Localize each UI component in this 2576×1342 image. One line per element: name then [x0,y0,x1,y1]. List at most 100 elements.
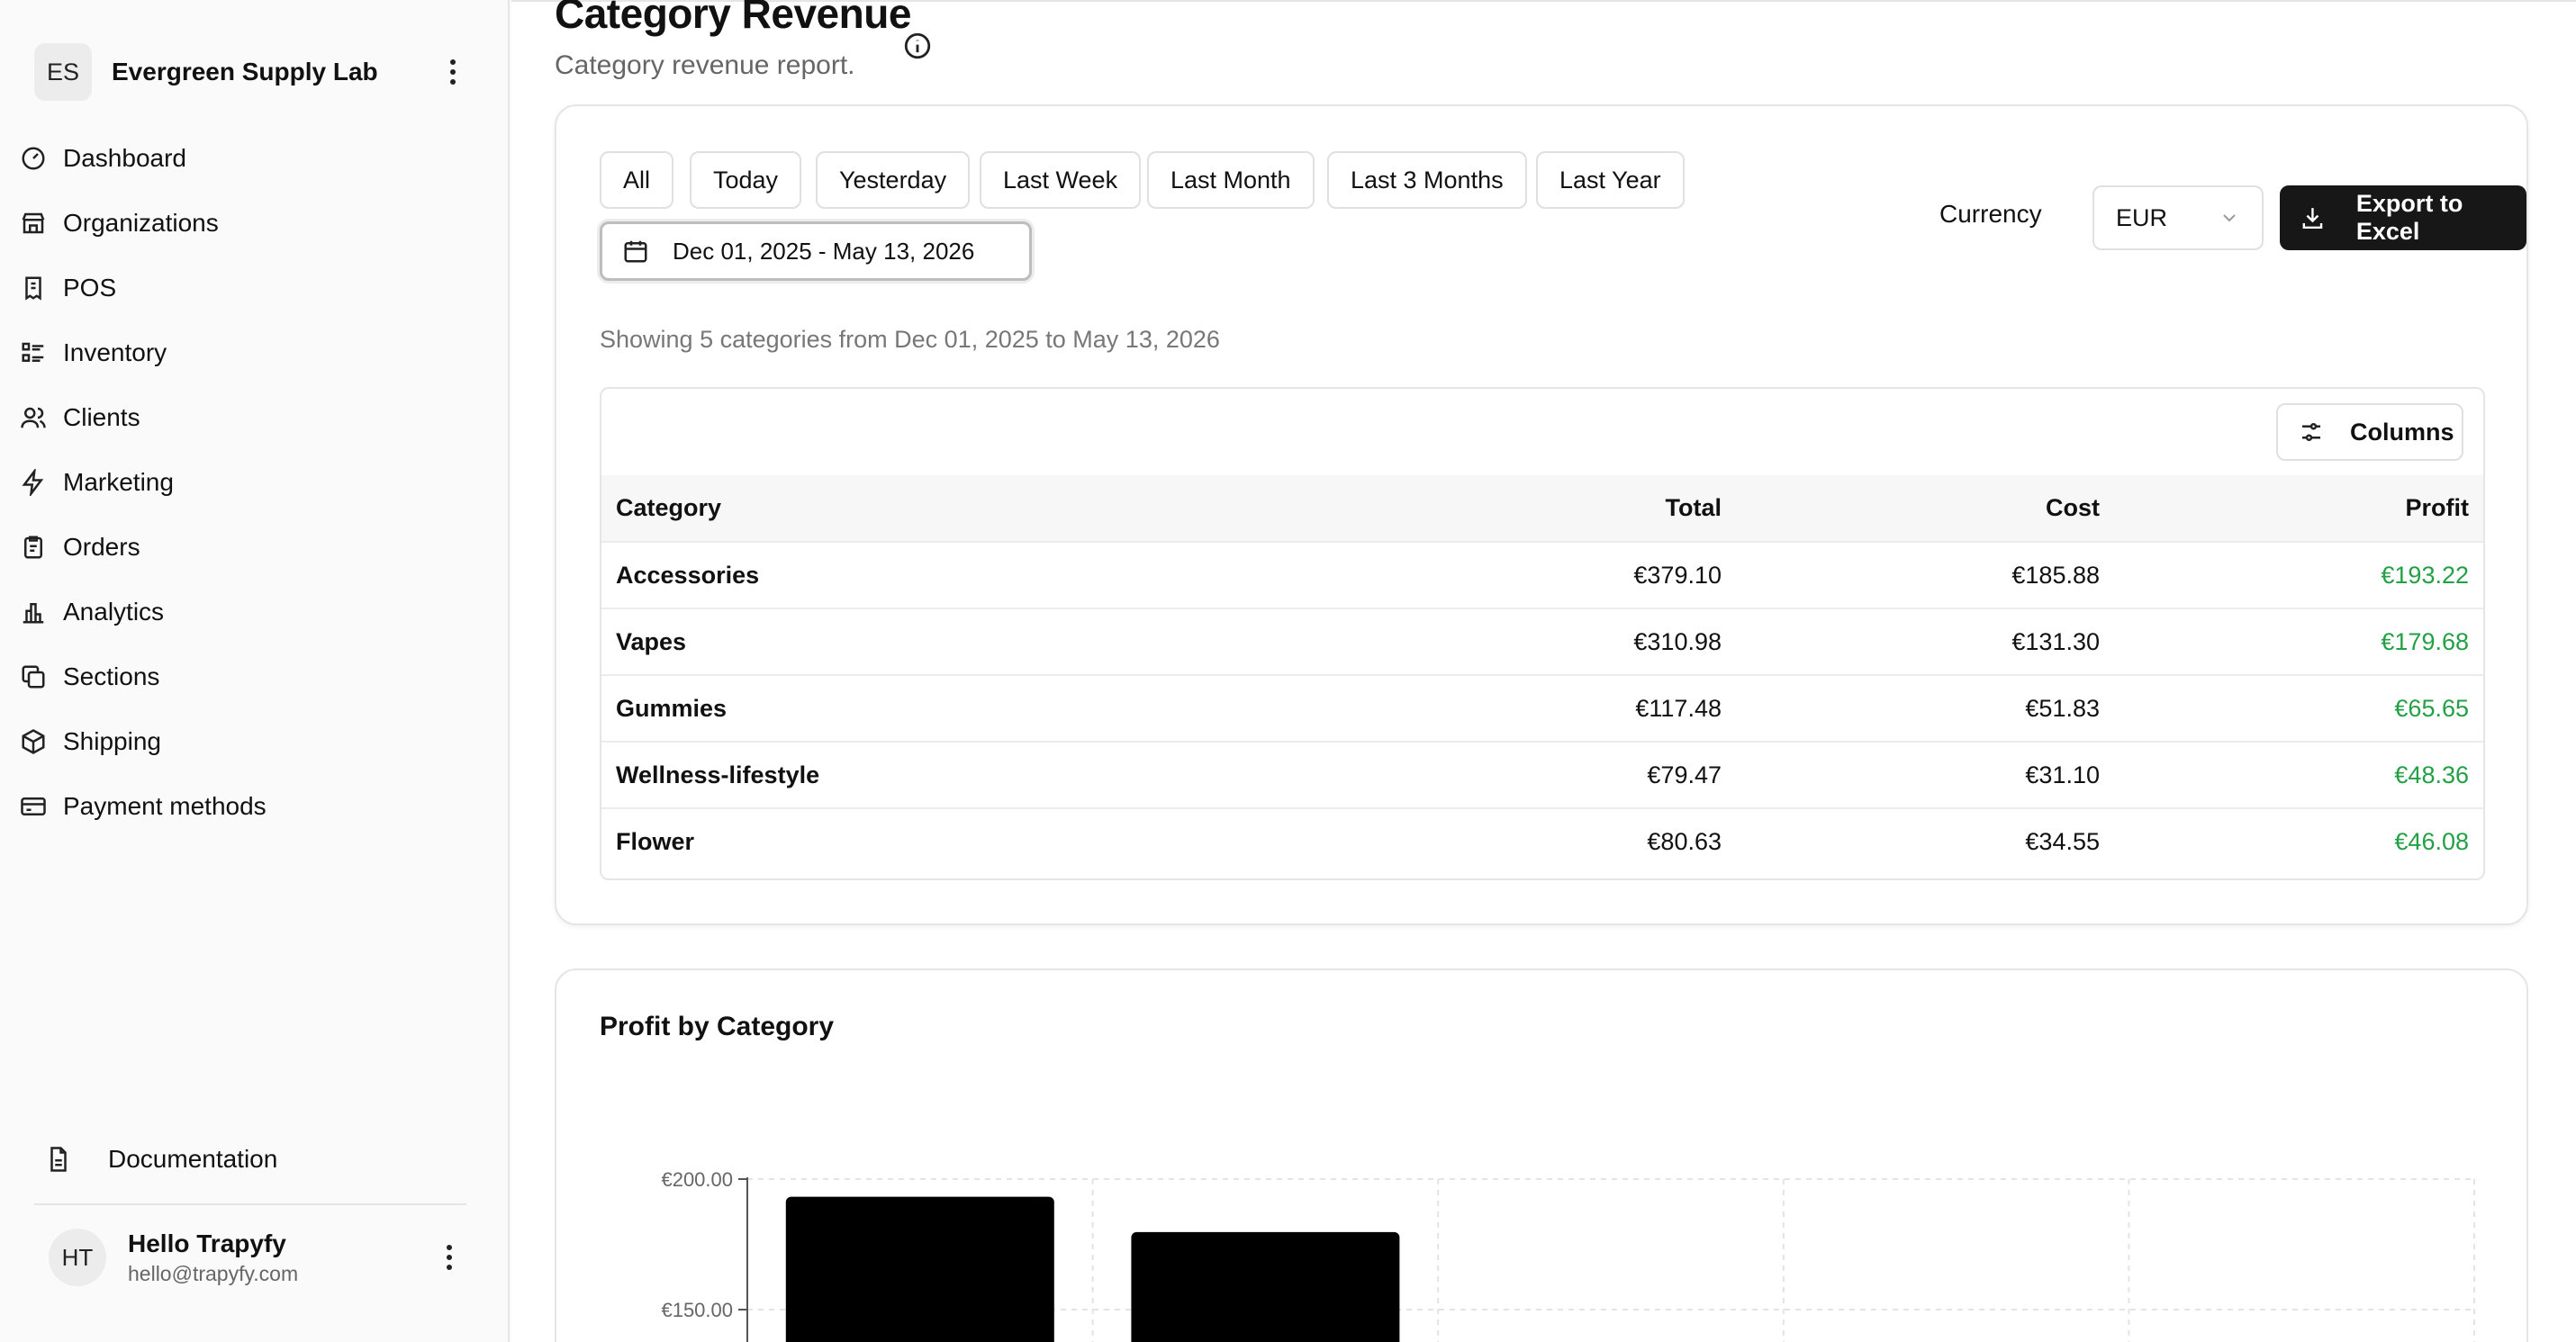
info-icon[interactable] [902,31,933,61]
header-category[interactable]: Category [601,475,1376,543]
cell-total: €379.10 [1376,542,1736,609]
report-card: All Today Yesterday Last Week Last Month… [555,104,2528,925]
y-tick-label: €200.00 [661,1168,733,1191]
cell-profit: €65.65 [2114,675,2483,743]
page-subtitle: Category revenue report. [555,50,855,80]
bar-accessories [785,1196,1054,1342]
cell-cost: €185.88 [1736,542,2114,609]
range-all-button[interactable]: All [600,151,674,209]
cell-total: €310.98 [1376,608,1736,676]
sidebar-item-label: Clients [63,403,140,431]
table-row[interactable]: Vapes €310.98 €131.30 €179.68 [601,608,2483,676]
cell-cost: €51.83 [1736,675,2114,743]
sidebar-item-label: Inventory [63,338,167,366]
receipt-icon [25,276,41,301]
table-row[interactable]: Accessories €379.10 €185.88 €193.22 [601,542,2483,609]
cell-category: Wellness-lifestyle [601,742,1376,809]
header-cost[interactable]: Cost [1736,475,2114,543]
main-content: Category Revenue Category revenue report… [511,0,2576,1342]
cell-category: Accessories [601,542,1376,609]
org-switcher[interactable]: ES Evergreen Supply Lab [34,41,466,104]
sidebar-item-label: Orders [63,533,140,561]
page-title: Category Revenue [555,0,911,37]
user-menu-icon[interactable] [436,1245,463,1270]
table-row[interactable]: Gummies €117.48 €51.83 €65.65 [601,675,2483,743]
data-table: Category Total Cost Profit Accessories €… [601,475,2483,875]
sidebar-item-payment-methods[interactable]: Payment methods [20,774,470,839]
export-label: Export to Excel [2355,190,2463,245]
user-name: Hello Trapyfy [128,1229,286,1257]
cell-total: €117.48 [1376,675,1736,743]
range-last-3-months-button[interactable]: Last 3 Months [1327,151,1527,209]
gauge-icon [22,147,45,170]
sidebar-item-shipping[interactable]: Shipping [20,709,470,774]
cell-category: Gummies [601,675,1376,743]
columns-label: Columns [2350,418,2454,446]
org-menu-icon[interactable] [439,59,466,85]
table-row[interactable]: Flower €80.63 €34.55 €46.08 [601,808,2483,875]
sliders-icon [2302,423,2320,441]
range-yesterday-button[interactable]: Yesterday [816,151,971,209]
sidebar: ES Evergreen Supply Lab Dashboard Organi… [0,0,510,1342]
file-text-icon [50,1147,67,1172]
export-excel-button[interactable]: Export to Excel [2280,185,2526,250]
user-info: Hello Trapyfy hello@trapyfy.com [128,1229,436,1286]
sidebar-item-pos[interactable]: POS [20,256,470,320]
sidebar-item-label: POS [63,274,117,302]
bar-vapes [1131,1231,1400,1342]
user-menu[interactable]: HT Hello Trapyfy hello@trapyfy.com [49,1229,463,1286]
calendar-icon [624,240,647,263]
user-avatar: HT [49,1229,106,1286]
sidebar-item-marketing[interactable]: Marketing [20,450,470,515]
sidebar-item-orders[interactable]: Orders [20,515,470,580]
cell-profit: €179.68 [2114,608,2483,676]
sidebar-item-label: Analytics [63,598,165,626]
sidebar-item-label: Shipping [63,727,161,755]
sidebar-item-label: Payment methods [63,792,267,820]
range-today-button[interactable]: Today [690,151,802,209]
range-last-month-button[interactable]: Last Month [1147,151,1315,209]
cell-cost: €31.10 [1736,742,2114,809]
sidebar-item-label: Sections [63,662,160,690]
download-icon [2302,208,2323,230]
date-range-value: Dec 01, 2025 - May 13, 2026 [673,237,975,265]
main-nav: Dashboard Organizations POS Inventory Cl… [20,126,470,839]
currency-value: EUR [2116,203,2168,231]
sidebar-item-organizations[interactable]: Organizations [20,191,470,256]
table-header-row: Category Total Cost Profit [601,475,2483,543]
bar-chart-icon [23,603,44,624]
cell-total: €79.47 [1376,742,1736,809]
clipboard-icon [24,536,42,559]
results-summary: Showing 5 categories from Dec 01, 2025 t… [600,326,1220,353]
user-email: hello@trapyfy.com [128,1261,299,1285]
credit-card-icon [21,797,46,815]
sidebar-item-inventory[interactable]: Inventory [20,320,470,385]
table-row[interactable]: Wellness-lifestyle €79.47 €31.10 €48.36 [601,742,2483,809]
currency-select[interactable]: EUR [2092,185,2264,250]
chevron-down-icon [2223,214,2236,222]
header-profit[interactable]: Profit [2114,475,2483,543]
date-range-picker[interactable]: Dec 01, 2025 - May 13, 2026 [600,221,1032,281]
org-avatar: ES [34,43,92,101]
users-icon [21,407,46,428]
sidebar-item-analytics[interactable]: Analytics [20,580,470,644]
currency-label: Currency [1939,200,2042,228]
cell-profit: €48.36 [2114,742,2483,809]
sidebar-item-dashboard[interactable]: Dashboard [20,126,470,191]
sidebar-item-clients[interactable]: Clients [20,385,470,450]
cell-cost: €131.30 [1736,608,2114,676]
range-last-week-button[interactable]: Last Week [980,151,1142,209]
columns-button[interactable]: Columns [2276,403,2463,461]
zap-icon [22,469,44,496]
store-icon [22,212,45,234]
sidebar-item-label: Dashboard [63,144,186,172]
sidebar-item-sections[interactable]: Sections [20,644,470,709]
cell-total: €80.63 [1647,828,1722,855]
header-total[interactable]: Total [1376,475,1736,543]
category-table: Columns Category Total Cost Profit Acces… [600,387,2485,880]
package-icon [22,729,45,754]
sidebar-item-label: Marketing [63,468,174,496]
range-last-year-button[interactable]: Last Year [1536,151,1685,209]
documentation-link[interactable]: Documentation [45,1127,277,1192]
sidebar-divider [34,1203,466,1205]
